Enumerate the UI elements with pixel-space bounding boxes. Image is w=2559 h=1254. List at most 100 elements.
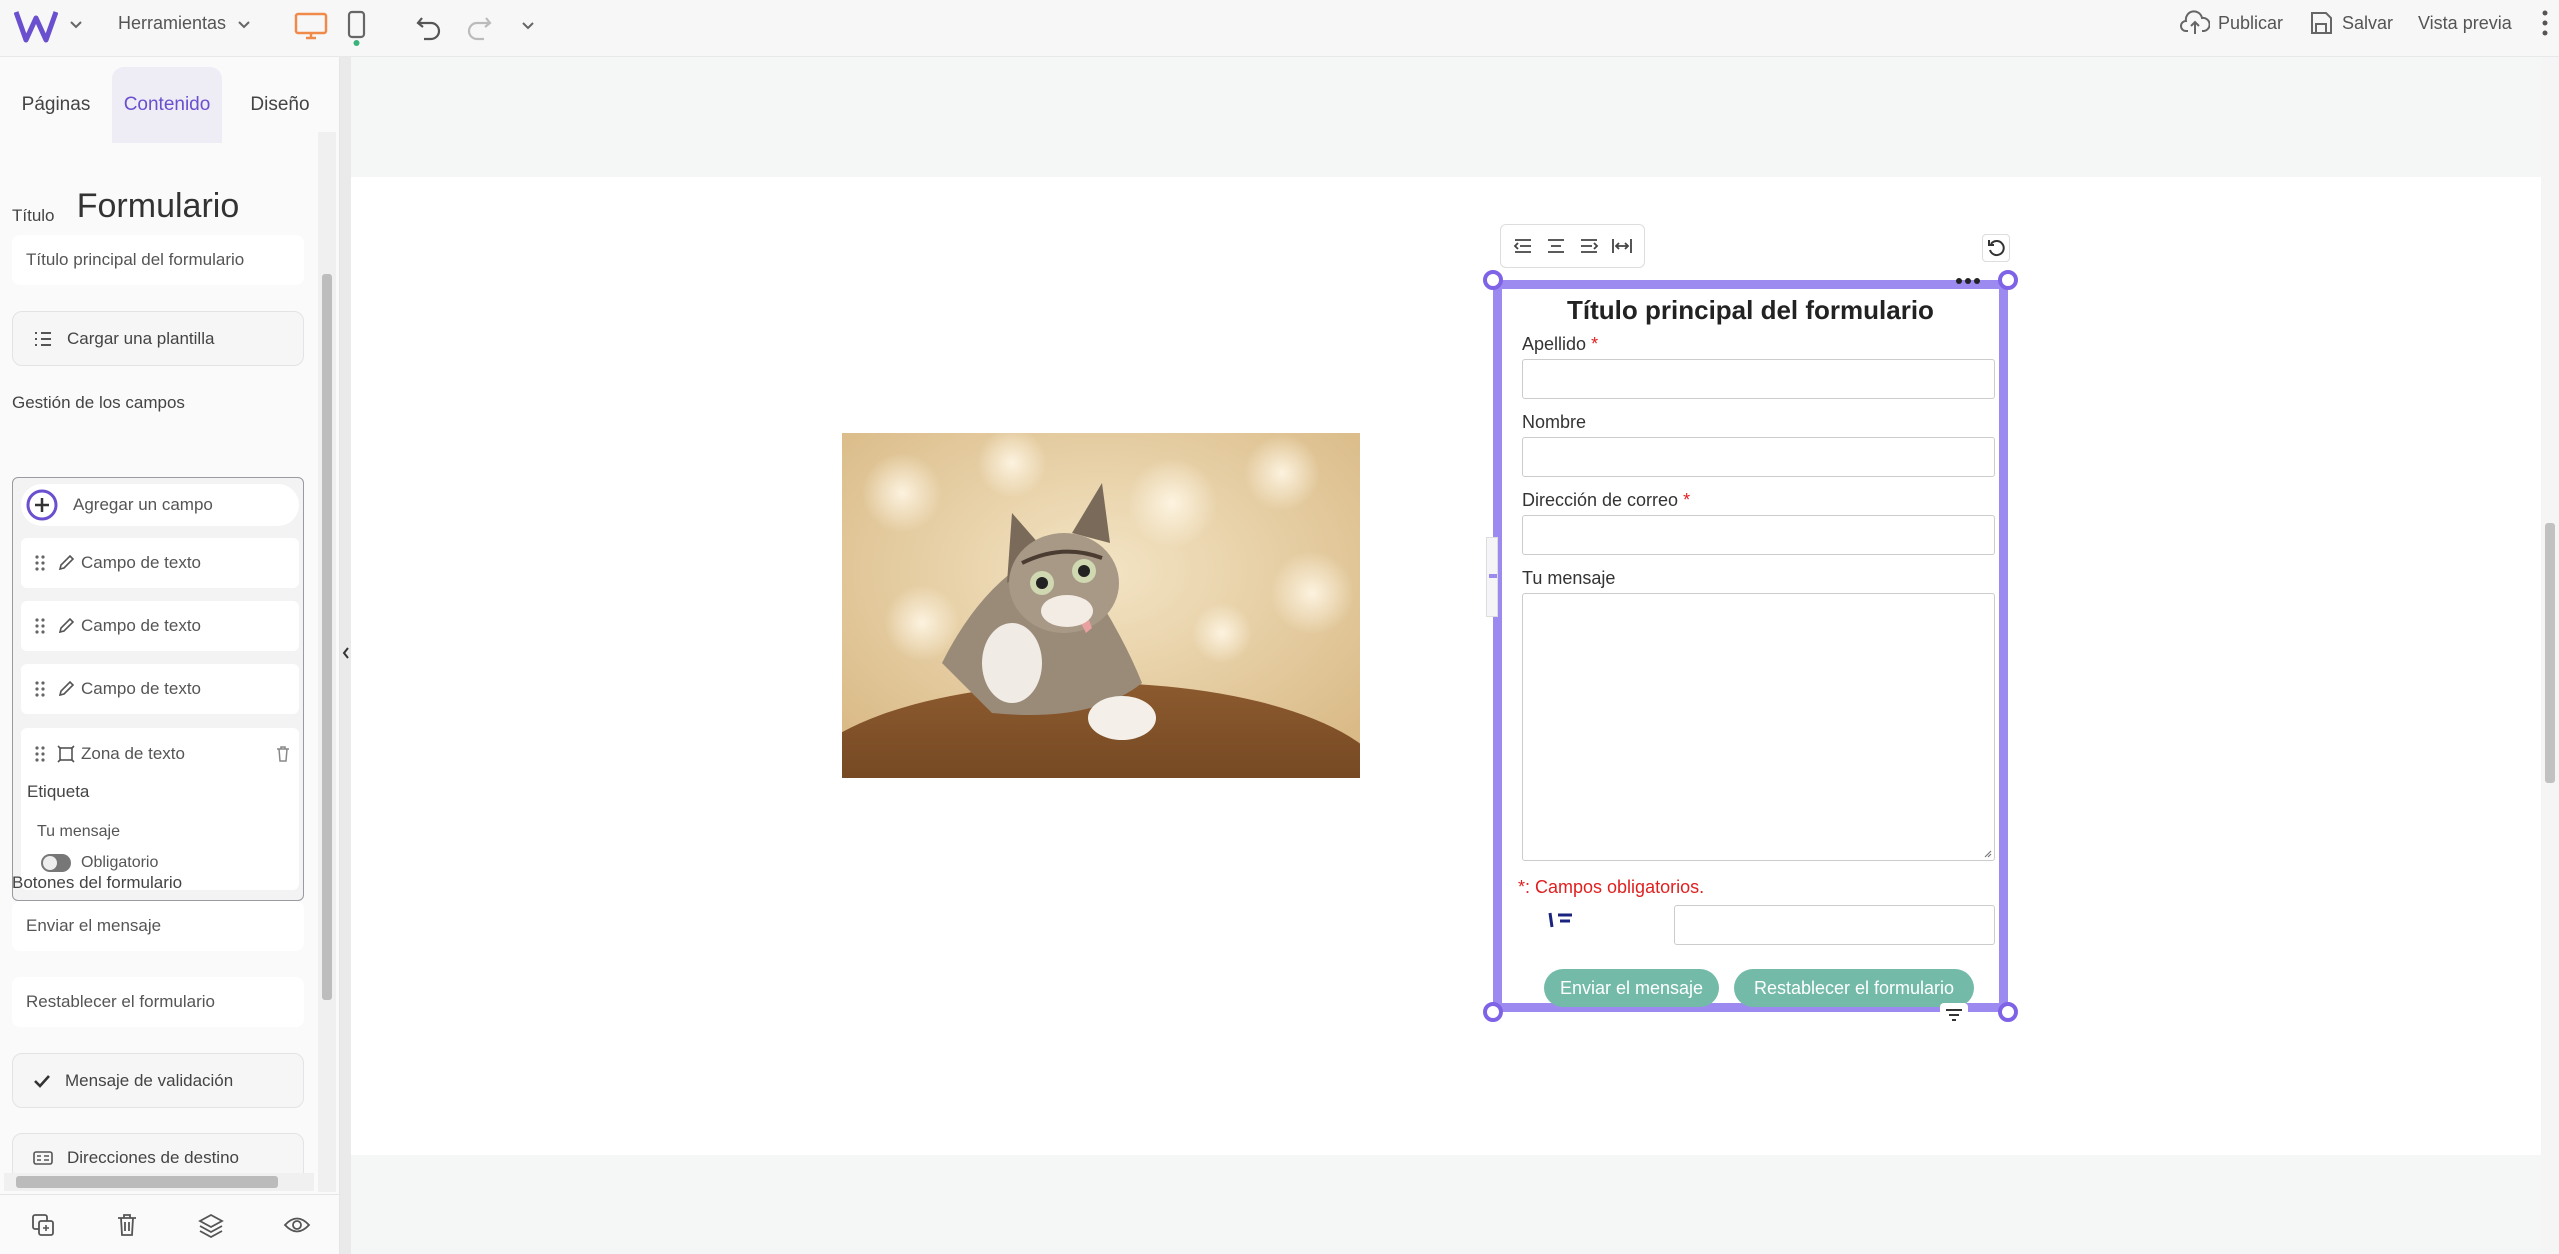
redo-icon[interactable] [464,12,494,42]
cloud-upload-icon [2180,10,2210,34]
alignment-toolbar [1500,224,1645,268]
horizontal-scrollbar[interactable] [4,1173,314,1191]
field-item[interactable]: Campo de texto [21,664,299,714]
preview-label: Vista previa [2418,12,2512,33]
email-label: Dirección de correo * [1522,490,1690,511]
field-item-label: Zona de texto [81,744,185,763]
destinations-label: Direcciones de destino [67,1148,239,1167]
editor-canvas: Título principal del formulario Apellido… [351,57,2541,1254]
app-logo[interactable] [14,8,58,44]
column-drag-handle[interactable] [1486,537,1498,617]
top-toolbar: Herramientas Publicar Salvar Vista previ… [0,0,2559,57]
send-button-input[interactable]: Enviar el mensaje [12,901,304,951]
load-template-button[interactable]: Cargar una plantilla [12,311,304,366]
resize-handle-bottom-right[interactable] [1998,1002,2018,1022]
required-note: *: Campos obligatorios. [1518,877,1705,897]
stretch-width-icon[interactable] [1611,236,1633,256]
more-options-icon[interactable] [1955,276,1981,286]
sidebar-collapse-handle[interactable] [340,57,351,1254]
more-vertical-icon[interactable] [2540,8,2550,38]
fields-section-label: Gestión de los campos [12,393,185,412]
message-textarea[interactable] [1522,593,1995,861]
field-item[interactable]: Campo de texto [21,538,299,588]
required-toggle[interactable]: Obligatorio [41,854,158,872]
fields-list: Agregar un campo Campo de texto Campo de… [12,477,304,901]
sidebar-scrollbar[interactable] [318,132,336,1192]
firstname-input[interactable] [1522,437,1995,477]
logo-menu-chevron-icon[interactable] [68,16,84,32]
layers-icon[interactable] [197,1212,224,1238]
field-item[interactable]: Campo de texto [21,601,299,651]
reset-button-input[interactable]: Restablecer el formulario [12,977,304,1027]
validation-message-button[interactable]: Mensaje de validación [12,1053,304,1108]
message-label: Tu mensaje [1522,568,1616,588]
resize-grip-icon [1984,850,1992,858]
form-title: Título principal del formulario [1567,295,1934,325]
form-send-button[interactable]: Enviar el mensaje [1544,969,1719,1007]
lastname-label-text: Apellido [1522,334,1587,354]
textarea-icon [57,745,75,763]
tab-pages[interactable]: Páginas [8,67,104,143]
chevron-left-icon [342,647,349,659]
publish-label: Publicar [2218,12,2284,33]
filter-settings-icon[interactable] [1940,1003,1968,1027]
chevron-down-icon [238,20,250,28]
field-item-label: Campo de texto [81,553,202,572]
field-item-header[interactable]: Zona de texto [35,744,291,764]
title-field-label: Título [12,206,55,225]
pencil-icon [58,617,75,634]
form-reset-button[interactable]: Restablecer el formulario [1734,969,1974,1007]
publish-button[interactable]: Publicar [2180,10,2283,36]
drag-handle-icon [35,555,45,571]
align-right-icon[interactable] [1578,236,1600,256]
kitten-image[interactable] [842,433,1360,778]
undo-icon[interactable] [414,12,444,42]
footer-section[interactable] [351,1155,2541,1254]
canvas-scroll-thumb[interactable] [2545,523,2555,783]
tools-menu-label: Herramientas [118,13,227,33]
desktop-view-icon[interactable] [294,12,328,40]
firstname-label: Nombre [1522,412,1587,432]
tools-menu[interactable]: Herramientas [118,13,252,34]
resize-handle-top-left[interactable] [1483,270,1503,290]
field-item-expanded: Zona de texto Etiqueta Tu mensaje Obliga… [21,728,299,890]
email-input[interactable] [1522,515,1995,555]
drag-handle-icon [35,746,45,762]
canvas-scrollbar[interactable] [2541,57,2559,1254]
header-section[interactable] [351,57,2541,177]
address-card-icon [33,1151,53,1165]
captcha-input[interactable] [1674,905,1995,945]
align-left-icon[interactable] [1512,236,1534,256]
mobile-view-icon[interactable] [346,10,368,46]
duplicate-icon[interactable] [30,1212,56,1238]
sidebar: Páginas Contenido Diseño Formulario Títu… [0,57,340,1254]
email-label-text: Dirección de correo [1522,490,1679,510]
add-circle-icon [26,489,58,521]
history-chevron-icon[interactable] [520,17,536,33]
required-star: * [1591,334,1599,354]
toggle-switch[interactable] [41,854,71,872]
reset-rotation-icon[interactable] [1982,234,2010,262]
add-field-button[interactable]: Agregar un campo [21,484,299,526]
pencil-icon [58,680,75,697]
label-input[interactable]: Tu mensaje [37,814,287,850]
required-star: * [1683,490,1691,510]
tab-content[interactable]: Contenido [112,67,222,143]
eye-icon[interactable] [283,1215,311,1235]
contact-form[interactable]: Título principal del formulario Apellido… [1493,280,2008,1012]
preview-button[interactable]: Vista previa [2418,10,2512,36]
lastname-input[interactable] [1522,359,1995,399]
required-label: Obligatorio [81,854,159,871]
field-item-label: Campo de texto [81,616,202,635]
save-button[interactable]: Salvar [2308,10,2393,36]
sidebar-bottom-toolbar [0,1194,339,1254]
trash-icon[interactable] [115,1212,139,1238]
align-center-icon[interactable] [1545,236,1567,256]
sidebar-scroll-thumb[interactable] [322,274,332,1000]
tab-design[interactable]: Diseño [230,67,330,143]
resize-handle-top-right[interactable] [1998,270,2018,290]
lastname-label: Apellido * [1522,334,1598,355]
title-input[interactable]: Título principal del formulario [12,235,304,285]
pencil-icon [58,554,75,571]
resize-handle-bottom-left[interactable] [1483,1002,1503,1022]
